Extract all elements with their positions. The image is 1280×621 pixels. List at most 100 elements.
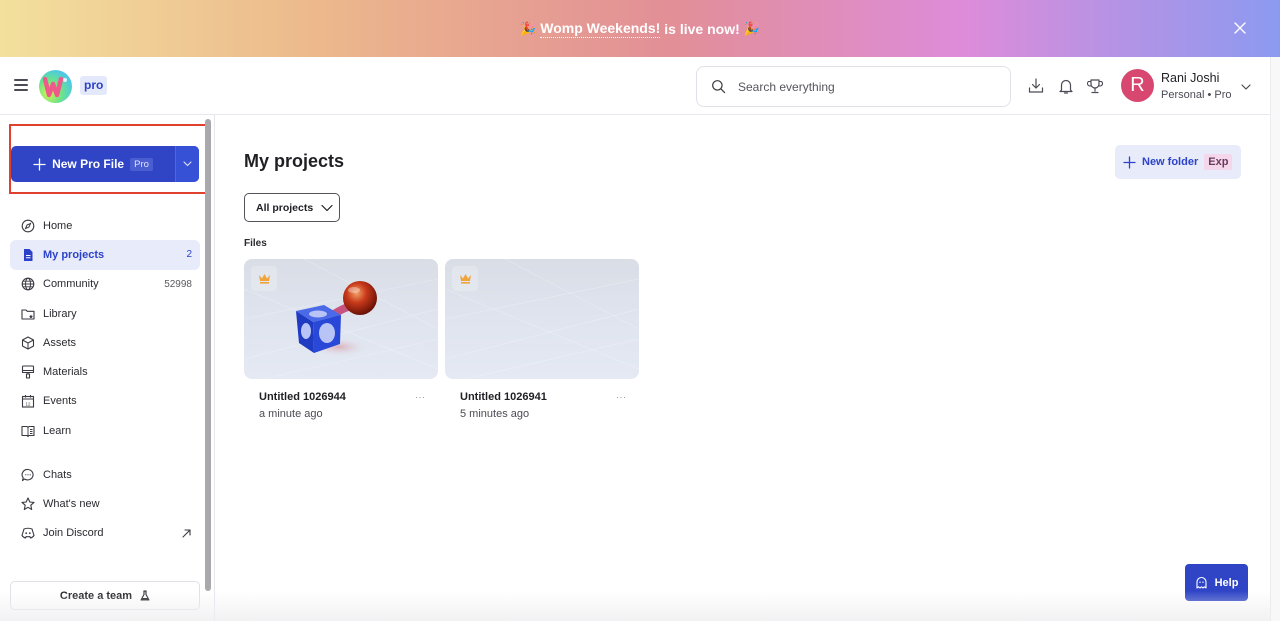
ghost-icon	[1196, 576, 1207, 589]
compass-icon	[21, 219, 35, 232]
file-name[interactable]: Untitled 1026941	[460, 391, 547, 403]
more-options-icon[interactable]: ···	[616, 392, 627, 402]
crown-icon	[459, 274, 471, 284]
premium-badge	[452, 266, 478, 291]
plus-icon	[33, 157, 46, 171]
sidebar: New Pro File Pro Home My projects 2 Comm…	[0, 115, 215, 621]
create-team-button[interactable]: Create a team	[10, 581, 200, 610]
folder-star-icon	[21, 308, 35, 320]
sidebar-item-label: What's new	[43, 497, 100, 510]
chat-icon	[21, 468, 34, 481]
file-card[interactable]: Untitled 1026944 a minute ago ···	[244, 259, 438, 420]
file-thumbnail[interactable]	[244, 259, 438, 379]
sidebar-item-label: Materials	[43, 366, 88, 379]
premium-badge	[251, 266, 277, 291]
sidebar-item-library[interactable]: Library	[10, 299, 200, 328]
banner-suffix: is live now!	[664, 20, 740, 37]
sidebar-scrollbar[interactable]	[205, 119, 211, 591]
sidebar-item-label: Assets	[43, 336, 77, 349]
sidebar-item-events[interactable]: 12 Events	[10, 387, 200, 416]
page-scrollbar[interactable]	[1270, 57, 1280, 621]
flask-icon	[140, 590, 150, 601]
external-link-icon	[182, 529, 191, 538]
create-team-label: Create a team	[59, 589, 133, 602]
search-input[interactable]	[738, 79, 988, 94]
file-thumbnail[interactable]	[445, 259, 639, 379]
sidebar-item-community[interactable]: Community 52998	[10, 270, 200, 299]
download-icon[interactable]	[1027, 77, 1045, 95]
experimental-tag: Exp	[1204, 154, 1233, 170]
project-filter-dropdown[interactable]: All projects	[244, 193, 340, 222]
sidebar-item-label: Learn	[43, 424, 72, 437]
paint-roller-icon	[21, 365, 35, 379]
svg-text:12: 12	[25, 402, 31, 407]
search-icon	[712, 80, 726, 94]
star-icon	[21, 497, 35, 510]
help-label: Help	[1214, 576, 1239, 589]
sidebar-item-label: Community	[43, 278, 99, 291]
sidebar-item-learn[interactable]: Learn	[10, 416, 200, 445]
sidebar-item-count: 52998	[164, 278, 192, 290]
sidebar-item-label: My projects	[43, 248, 105, 261]
sidebar-nav: Home My projects 2 Community 52998 Libra…	[10, 211, 200, 548]
crown-icon	[258, 274, 270, 284]
close-icon[interactable]	[1230, 18, 1250, 38]
sidebar-item-label: Library	[43, 307, 77, 320]
files-section-label: Files	[244, 238, 267, 249]
page-title: My projects	[244, 151, 345, 171]
sidebar-item-home[interactable]: Home	[10, 211, 200, 240]
chevron-down-icon	[183, 161, 192, 167]
help-button[interactable]: Help	[1185, 564, 1248, 601]
file-modified-time: 5 minutes ago	[460, 408, 530, 420]
more-options-icon[interactable]: ···	[415, 392, 426, 402]
globe-icon	[21, 277, 35, 291]
main-content: My projects New folder Exp All projects …	[216, 115, 1270, 621]
chevron-down-icon[interactable]	[1240, 82, 1252, 92]
menu-icon[interactable]	[14, 79, 28, 91]
app-logo[interactable]	[39, 70, 72, 103]
calendar-icon: 12	[21, 395, 35, 408]
announcement-banner: 🎉 Womp Weekends! is live now! 🎉	[0, 0, 1280, 57]
file-card[interactable]: Untitled 1026941 5 minutes ago ···	[445, 259, 639, 420]
sidebar-item-whats-new[interactable]: What's new	[10, 489, 200, 518]
file-name[interactable]: Untitled 1026944	[259, 391, 346, 403]
banner-message: 🎉 Womp Weekends! is live now! 🎉	[520, 20, 760, 38]
new-pro-file-button-group: New Pro File Pro	[11, 146, 199, 182]
sidebar-item-my-projects[interactable]: My projects 2	[10, 240, 200, 270]
chevron-down-icon	[321, 204, 333, 211]
cube-icon	[21, 336, 35, 350]
sidebar-item-materials[interactable]: Materials	[10, 357, 200, 386]
top-header: pro R Rani Joshi Personal • Pro	[0, 57, 1270, 115]
filter-label: All projects	[256, 201, 314, 214]
pro-tag: Pro	[130, 157, 153, 171]
trophy-icon[interactable]	[1086, 77, 1104, 95]
new-folder-label: New folder	[1142, 156, 1199, 168]
user-plan: Personal • Pro	[1161, 89, 1232, 101]
new-file-dropdown-button[interactable]	[175, 146, 199, 182]
sidebar-item-join-discord[interactable]: Join Discord	[10, 518, 200, 547]
sidebar-item-label: Home	[43, 219, 73, 232]
new-pro-file-button[interactable]: New Pro File Pro	[11, 146, 175, 182]
logo-w-icon	[43, 76, 67, 98]
user-name[interactable]: Rani Joshi	[1161, 71, 1219, 85]
document-icon	[24, 248, 33, 261]
bell-icon[interactable]	[1057, 77, 1075, 95]
book-icon	[21, 425, 35, 437]
sidebar-item-count: 2	[186, 249, 192, 261]
plus-icon	[1123, 155, 1136, 169]
sidebar-item-label: Events	[43, 395, 77, 408]
party-popper-icon: 🎉	[520, 20, 537, 36]
new-pro-file-label: New Pro File	[52, 157, 125, 171]
new-folder-button[interactable]: New folder Exp	[1115, 145, 1241, 179]
plan-badge: pro	[80, 76, 108, 95]
sidebar-item-label: Join Discord	[43, 527, 104, 540]
user-avatar[interactable]: R	[1121, 69, 1154, 102]
sidebar-item-label: Chats	[43, 468, 72, 481]
sidebar-item-assets[interactable]: Assets	[10, 328, 200, 357]
banner-link[interactable]: Womp Weekends!	[540, 20, 661, 38]
discord-icon	[21, 527, 35, 539]
file-modified-time: a minute ago	[259, 408, 323, 420]
party-popper-icon: 🎉	[743, 20, 760, 36]
search-box[interactable]	[696, 66, 1011, 107]
sidebar-item-chats[interactable]: Chats	[10, 460, 200, 489]
